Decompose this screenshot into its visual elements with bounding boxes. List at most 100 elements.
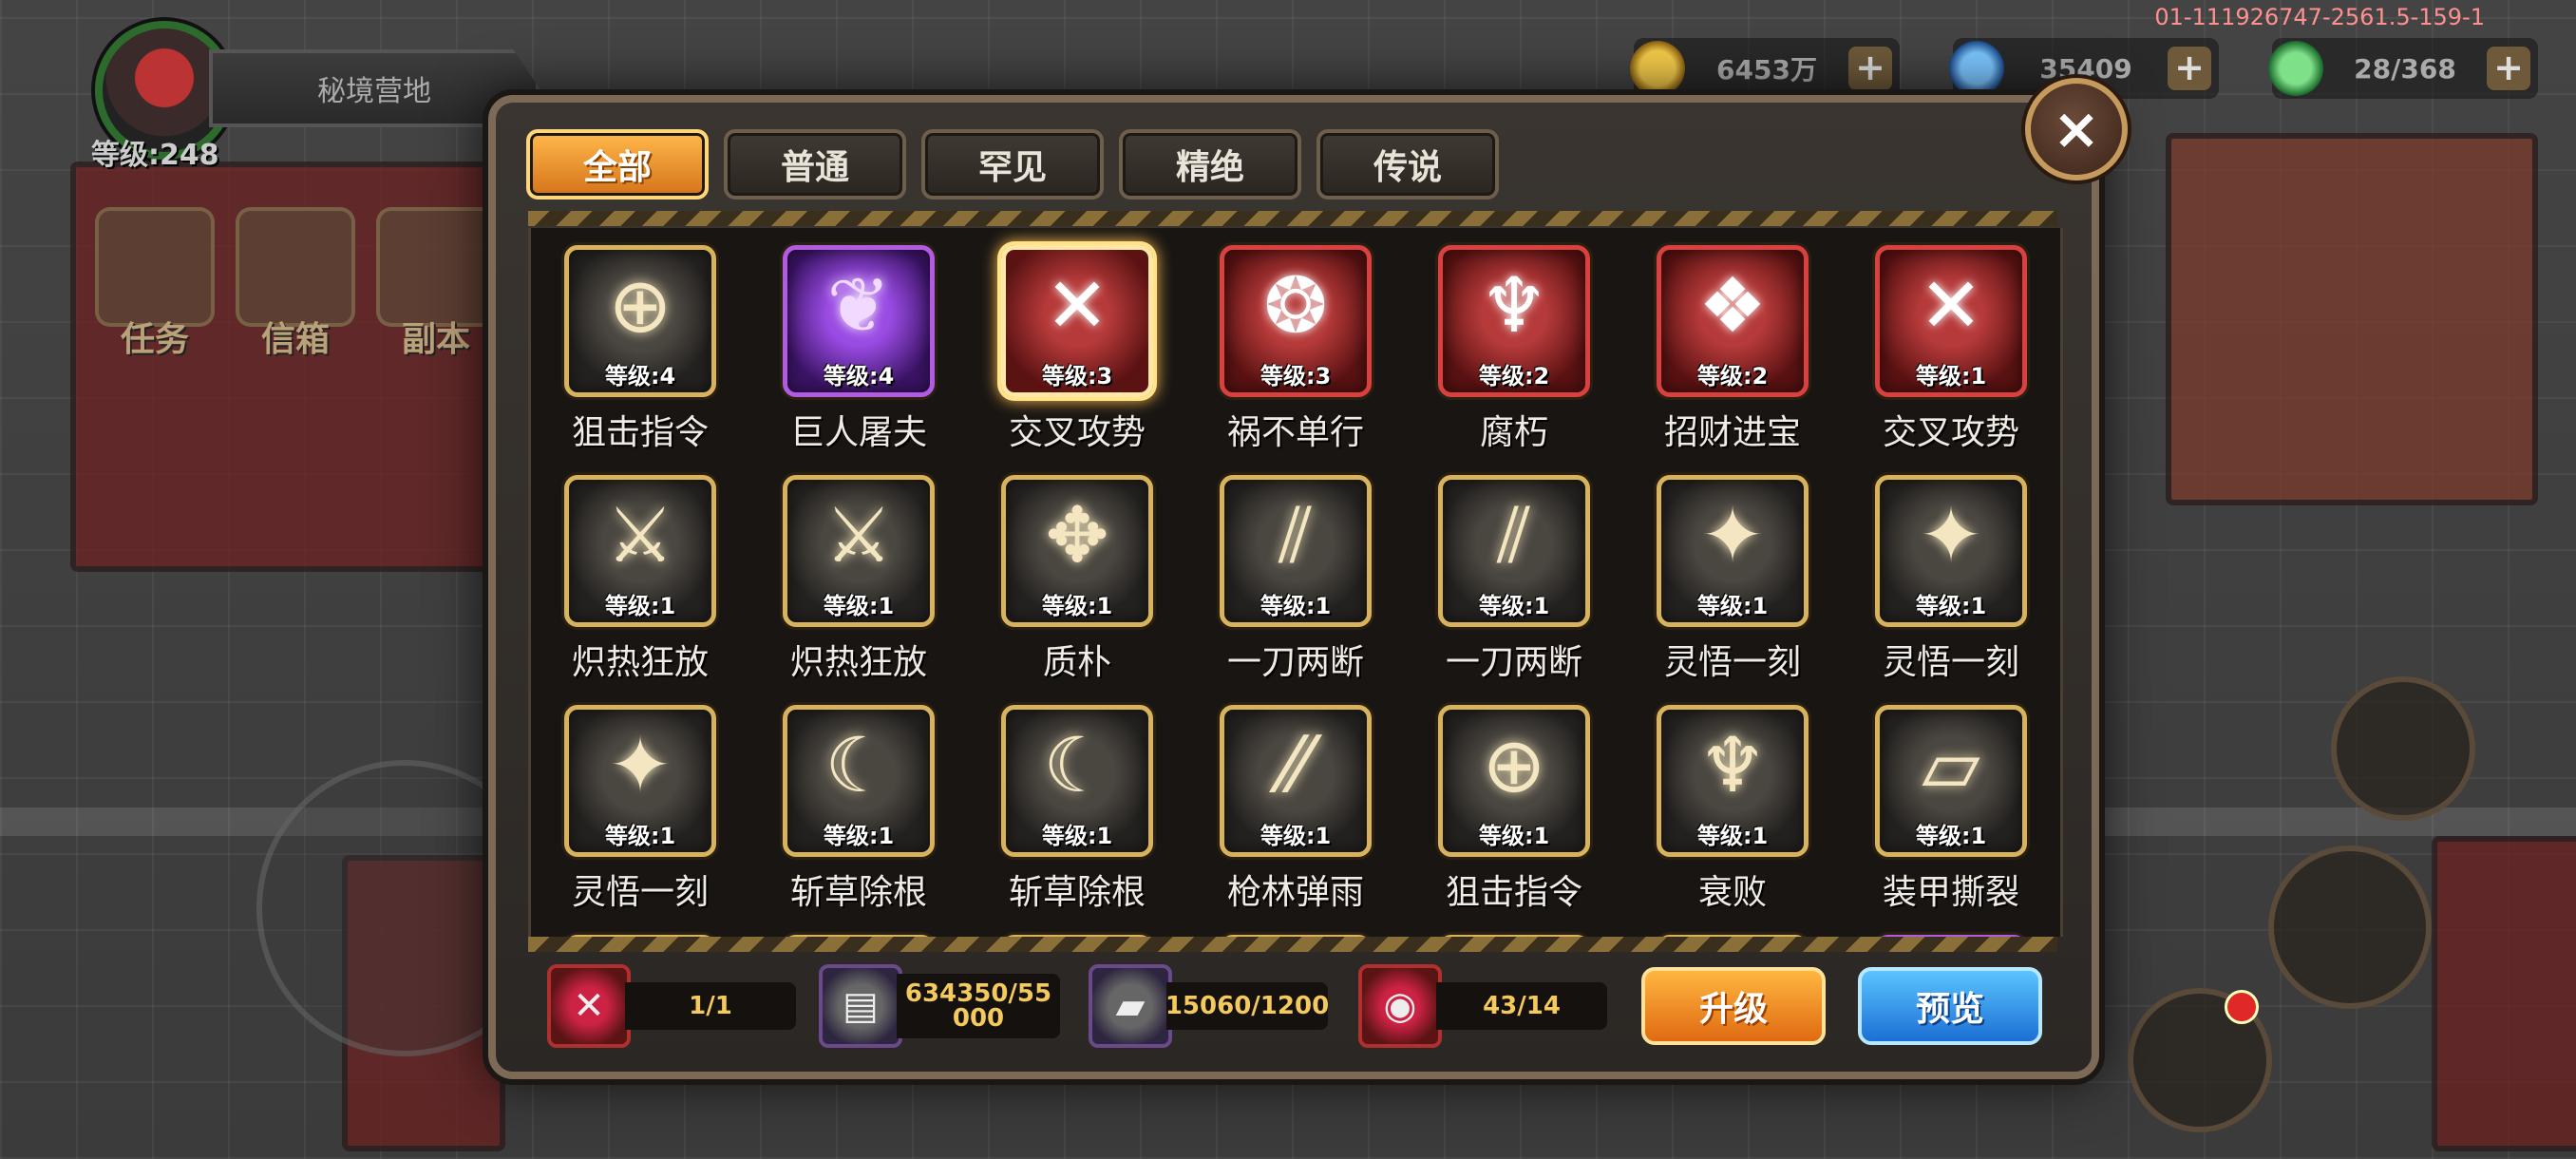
skill-icon-frame: ✦ 等级:1 xyxy=(564,705,716,857)
skill-card[interactable]: ⚔ 等级:1 炽热狂放 xyxy=(531,475,749,684)
skill-card[interactable]: ♆ 等级:2 腐朽 xyxy=(1405,245,1623,454)
skill-name: 腐朽 xyxy=(1479,413,1548,452)
skill-icon-frame: ▱ 等级:1 xyxy=(1875,705,2027,857)
skill-icon-frame: ♆ 等级:2 xyxy=(1438,245,1590,397)
skill-card[interactable]: ❦ 等级:4 巨人屠夫 xyxy=(749,245,968,454)
player-level: 等级:248 xyxy=(91,139,219,172)
crossed-swords-icon: ✕ xyxy=(547,964,631,1048)
skill-name: 质朴 xyxy=(1042,643,1111,682)
diamond-icon xyxy=(1949,41,2004,96)
torn-armor-icon: ▱ xyxy=(1922,721,1980,809)
skill-card[interactable]: ⊕ 等级:4 狙击指令 xyxy=(531,245,749,454)
notification-dot xyxy=(2225,990,2259,1024)
tab-legendary[interactable]: 传说 xyxy=(1316,129,1499,200)
gold-value: 6453万 xyxy=(1716,54,1817,86)
skill-card[interactable]: ✕ 等级:1 交叉攻势 xyxy=(1842,245,2060,454)
skill-card[interactable]: ⚔ 等级:1 炽热狂放 xyxy=(749,475,968,684)
slash-icon: ⫽ xyxy=(1497,491,1531,580)
star-burst-icon: ✦ xyxy=(608,721,672,809)
skill-card[interactable]: ❖ 等级:2 招财进宝 xyxy=(1623,245,1842,454)
upgrade-button[interactable]: 升级 xyxy=(1641,967,1826,1045)
skill-card[interactable]: ☾ 等级:1 斩草除根 xyxy=(968,705,1186,914)
skill-name: 狙击指令 xyxy=(571,413,709,452)
chat-button[interactable] xyxy=(2331,676,2475,821)
skill-card[interactable]: ⫽ 等级:1 一刀两断 xyxy=(1405,475,1623,684)
dead-tree-icon: ♆ xyxy=(1480,261,1548,350)
steel-plate-icon: ▰ xyxy=(1089,964,1172,1048)
skill-level: 等级:1 xyxy=(1041,593,1113,619)
tab-all[interactable]: 全部 xyxy=(526,129,709,200)
skill-level: 等级:1 xyxy=(1915,363,1987,390)
material-b-stat: ▰ 15060/1200 xyxy=(1089,964,1329,1048)
skill-icon-frame: ⁄⁄ 等级:1 xyxy=(1220,705,1372,857)
energy-gem-icon xyxy=(2268,41,2323,96)
skill-card[interactable]: ☾ 等级:1 斩草除根 xyxy=(749,705,968,914)
skill-card[interactable]: ✦ 等级:1 灵悟一刻 xyxy=(531,705,749,914)
quest-button[interactable]: 任务 xyxy=(95,207,215,359)
material-a-count: 634350/55000 xyxy=(897,974,1060,1038)
tab-common[interactable]: 普通 xyxy=(724,129,906,200)
skill-card[interactable]: ▱ 等级:1 装甲撕裂 xyxy=(1842,705,2060,914)
add-energy-button[interactable]: + xyxy=(2487,47,2530,90)
server-id: 01-111926747-2561.5-159-1 xyxy=(2154,4,2485,30)
skill-card[interactable]: ⊕ 等级:1 狙击指令 xyxy=(1405,705,1623,914)
skill-name: 枪林弹雨 xyxy=(1226,873,1364,912)
skill-icon-frame: ⊕ 等级:4 xyxy=(564,245,716,397)
skill-card[interactable]: ⁄⁄ 等级:1 枪林弹雨 xyxy=(1186,705,1405,914)
skill-level: 等级:4 xyxy=(604,363,676,390)
tab-epic[interactable]: 精绝 xyxy=(1119,129,1301,200)
skill-level: 等级:1 xyxy=(1915,593,1987,619)
close-button[interactable]: × xyxy=(2025,78,2128,180)
skill-level: 等级:3 xyxy=(1260,363,1332,390)
skill-icon-frame: ☾ 等级:1 xyxy=(1001,705,1153,857)
skill-icon-frame: ⊕ 等级:1 xyxy=(1438,705,1590,857)
skill-icon-frame: ✕ 等级:1 xyxy=(1875,245,2027,397)
skill-icon-frame: ⚔ 等级:1 xyxy=(564,475,716,627)
rank-up-button[interactable] xyxy=(2268,846,2432,1009)
material-a-stat: ▤ 634350/55000 xyxy=(819,964,1060,1048)
skill-level: 等级:1 xyxy=(1041,823,1113,849)
energy-resource: 28/368 + xyxy=(2268,38,2538,99)
skill-name: 灵悟一刻 xyxy=(1882,643,2019,682)
selected-skill-stat: ✕ 1/1 xyxy=(547,964,796,1048)
skill-name: 交叉攻势 xyxy=(1008,413,1146,452)
scene-building-right xyxy=(2166,133,2538,505)
scene-building-bottom-right xyxy=(2432,836,2576,1151)
skill-card[interactable]: ⫽ 等级:1 一刀两断 xyxy=(1186,475,1405,684)
skill-card[interactable]: ✦ 等级:1 灵悟一刻 xyxy=(1623,475,1842,684)
material-c-count: 43/14 xyxy=(1436,982,1607,1030)
skill-icon-frame: ⫽ 等级:1 xyxy=(1220,475,1372,627)
skill-level: 等级:1 xyxy=(1260,823,1332,849)
skill-name: 灵悟一刻 xyxy=(1663,643,1801,682)
skill-level: 等级:1 xyxy=(604,823,676,849)
skill-card[interactable]: ❂ 等级:3 祸不单行 xyxy=(1186,245,1405,454)
skill-name: 斩草除根 xyxy=(1008,873,1146,912)
tab-rare[interactable]: 罕见 xyxy=(921,129,1104,200)
skill-grid-scroll[interactable]: ⊕ 等级:4 狙击指令 ❦ 等级:4 巨人屠夫 ✕ 等级:3 交叉攻势 ❂ 等级:3 祸不单行 ♆ 等级:… xyxy=(528,228,2063,937)
mailbox-label: 信箱 xyxy=(260,320,330,359)
mailbox-button[interactable]: 信箱 xyxy=(236,207,355,359)
skill-name: 炽热狂放 xyxy=(571,643,709,682)
skill-card[interactable]: ✕ 等级:3 交叉攻势 xyxy=(968,245,1186,454)
skill-level: 等级:4 xyxy=(823,363,895,390)
skill-grid: ⊕ 等级:4 狙击指令 ❦ 等级:4 巨人屠夫 ✕ 等级:3 交叉攻势 ❂ 等级:3 祸不单行 ♆ 等级:… xyxy=(531,245,2060,937)
dead-tree-icon: ♆ xyxy=(1698,721,1767,809)
skill-name: 祸不单行 xyxy=(1226,413,1364,452)
skill-card[interactable]: ✥ 等级:1 质朴 xyxy=(968,475,1186,684)
dungeon-button[interactable]: 副本 xyxy=(376,207,496,359)
preview-button[interactable]: 预览 xyxy=(1858,967,2042,1045)
skill-name: 灵悟一刻 xyxy=(571,873,709,912)
material-c-stat: ◉ 43/14 xyxy=(1358,964,1607,1048)
crossed-swords-icon: ✕ xyxy=(1919,261,1983,350)
skill-icon-frame: ❦ 等级:4 xyxy=(783,245,935,397)
slash-icon: ⫽ xyxy=(1279,491,1313,580)
crystal-blade-icon: ❦ xyxy=(826,261,891,350)
add-gold-button[interactable]: + xyxy=(1848,47,1892,90)
skill-card[interactable]: ✦ 等级:1 灵悟一刻 xyxy=(1842,475,2060,684)
skill-level: 等级:1 xyxy=(1915,823,1987,849)
skill-card[interactable]: ♆ 等级:1 衰败 xyxy=(1623,705,1842,914)
add-diamond-button[interactable]: + xyxy=(2168,47,2211,90)
skill-icon-frame: ♆ 等级:1 xyxy=(1657,705,1809,857)
skill-level: 等级:1 xyxy=(1478,593,1550,619)
skill-icon-frame: ⫽ 等级:1 xyxy=(1438,475,1590,627)
